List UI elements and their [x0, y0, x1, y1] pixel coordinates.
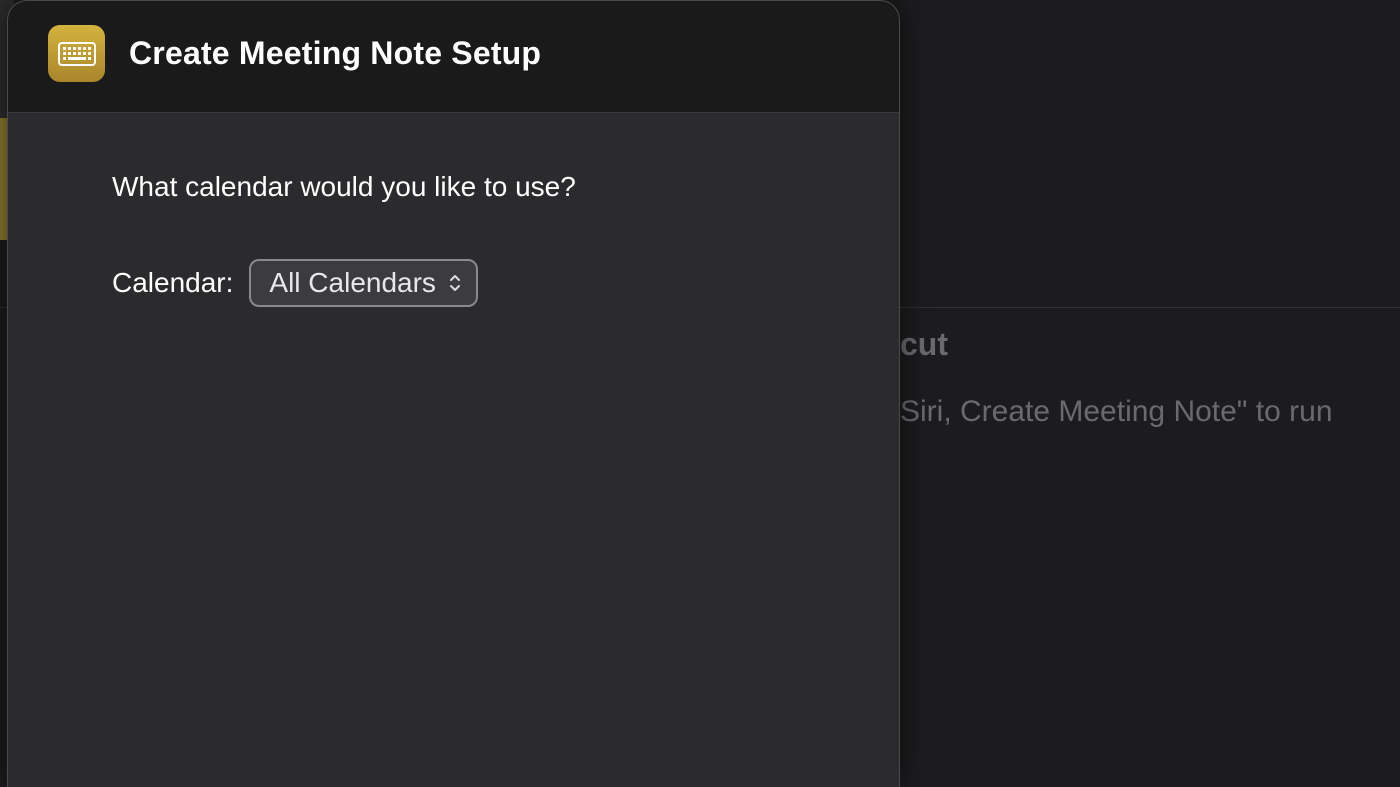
- setup-modal: Create Meeting Note Setup What calendar …: [7, 0, 900, 787]
- background-shortcut-title-fragment: cut: [900, 326, 948, 363]
- modal-header: Create Meeting Note Setup: [8, 1, 899, 112]
- calendar-field-label: Calendar:: [112, 267, 233, 299]
- modal-title: Create Meeting Note Setup: [129, 35, 541, 72]
- calendar-field-row: Calendar: All Calendars: [112, 259, 799, 307]
- calendar-select-value: All Calendars: [269, 267, 436, 299]
- setup-prompt: What calendar would you like to use?: [112, 171, 799, 203]
- chevron-up-down-icon: [448, 274, 462, 292]
- calendar-select[interactable]: All Calendars: [249, 259, 478, 307]
- keyboard-icon: [48, 25, 105, 82]
- background-shortcut-text-fragment: Siri, Create Meeting Note" to run: [900, 395, 1333, 429]
- modal-body: What calendar would you like to use? Cal…: [8, 113, 899, 787]
